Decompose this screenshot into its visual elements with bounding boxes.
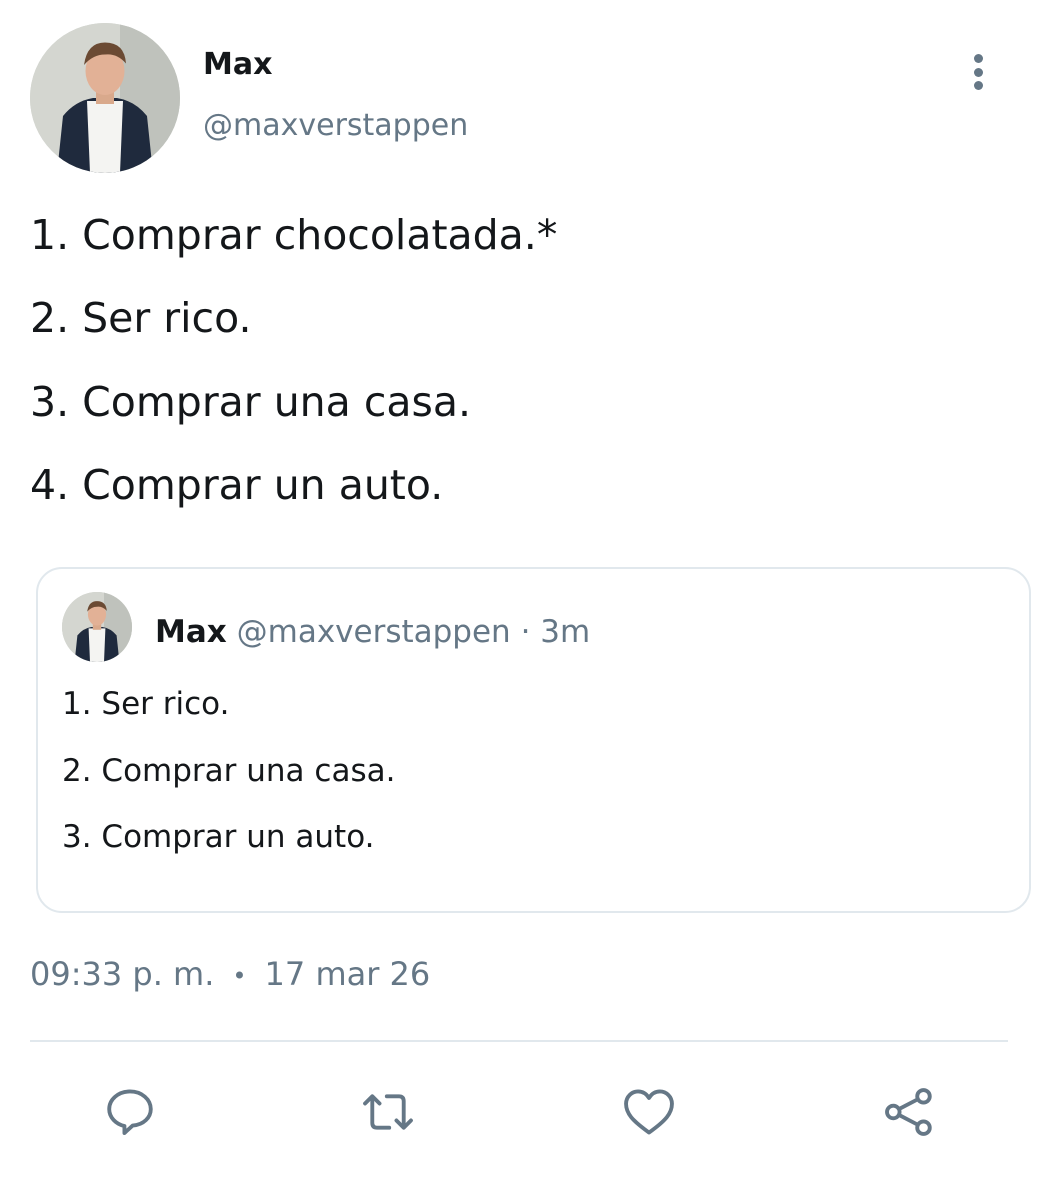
author-name[interactable]: Max (203, 47, 272, 82)
quoted-tweet-text-line: 1. Ser rico. (62, 686, 230, 722)
dot (973, 81, 983, 90)
quoted-author-handle: @maxverstappen (236, 614, 511, 650)
tweet-time: 09:33 p. m. (30, 955, 215, 993)
retweet-icon (363, 1094, 413, 1130)
divider (30, 1040, 1008, 1042)
timestamp-separator: • (232, 962, 247, 990)
quoted-tweet-card[interactable]: Max @maxverstappen · 3m 1. Ser rico. 2. … (36, 567, 1031, 913)
dot (973, 67, 983, 77)
author-avatar[interactable] (30, 23, 180, 173)
quoted-author-avatar (62, 592, 132, 662)
reply-button[interactable] (98, 1080, 162, 1144)
quoted-author-name: Max (155, 614, 227, 650)
quoted-tweet-text-line: 2. Comprar una casa. (62, 753, 396, 789)
tweet-text-line: 4. Comprar un auto. (30, 461, 444, 509)
quoted-tweet-header: Max @maxverstappen · 3m (155, 614, 590, 650)
share-icon (885, 1088, 932, 1136)
quoted-tweet-time: 3m (540, 614, 591, 650)
like-button[interactable] (617, 1080, 681, 1144)
heart-icon (624, 1089, 674, 1135)
author-handle[interactable]: @maxverstappen (203, 108, 468, 143)
reply-icon (107, 1089, 153, 1135)
tweet-text-line: 1. Comprar chocolatada.* (30, 211, 558, 259)
meta-separator: · (520, 614, 531, 650)
retweet-button[interactable] (356, 1080, 420, 1144)
tweet-text-line: 3. Comprar una casa. (30, 378, 472, 426)
tweet-text-line: 2. Ser rico. (30, 294, 252, 342)
quoted-tweet-text-line: 3. Comprar un auto. (62, 819, 375, 855)
tweet-timestamp: 09:33 p. m. • 17 mar 26 (30, 955, 430, 993)
more-options-icon[interactable] (958, 50, 998, 94)
share-button[interactable] (877, 1080, 941, 1144)
avatar-photo (62, 592, 132, 662)
avatar-photo (30, 23, 180, 173)
tweet-date: 17 mar 26 (264, 955, 431, 993)
dot (973, 54, 983, 63)
